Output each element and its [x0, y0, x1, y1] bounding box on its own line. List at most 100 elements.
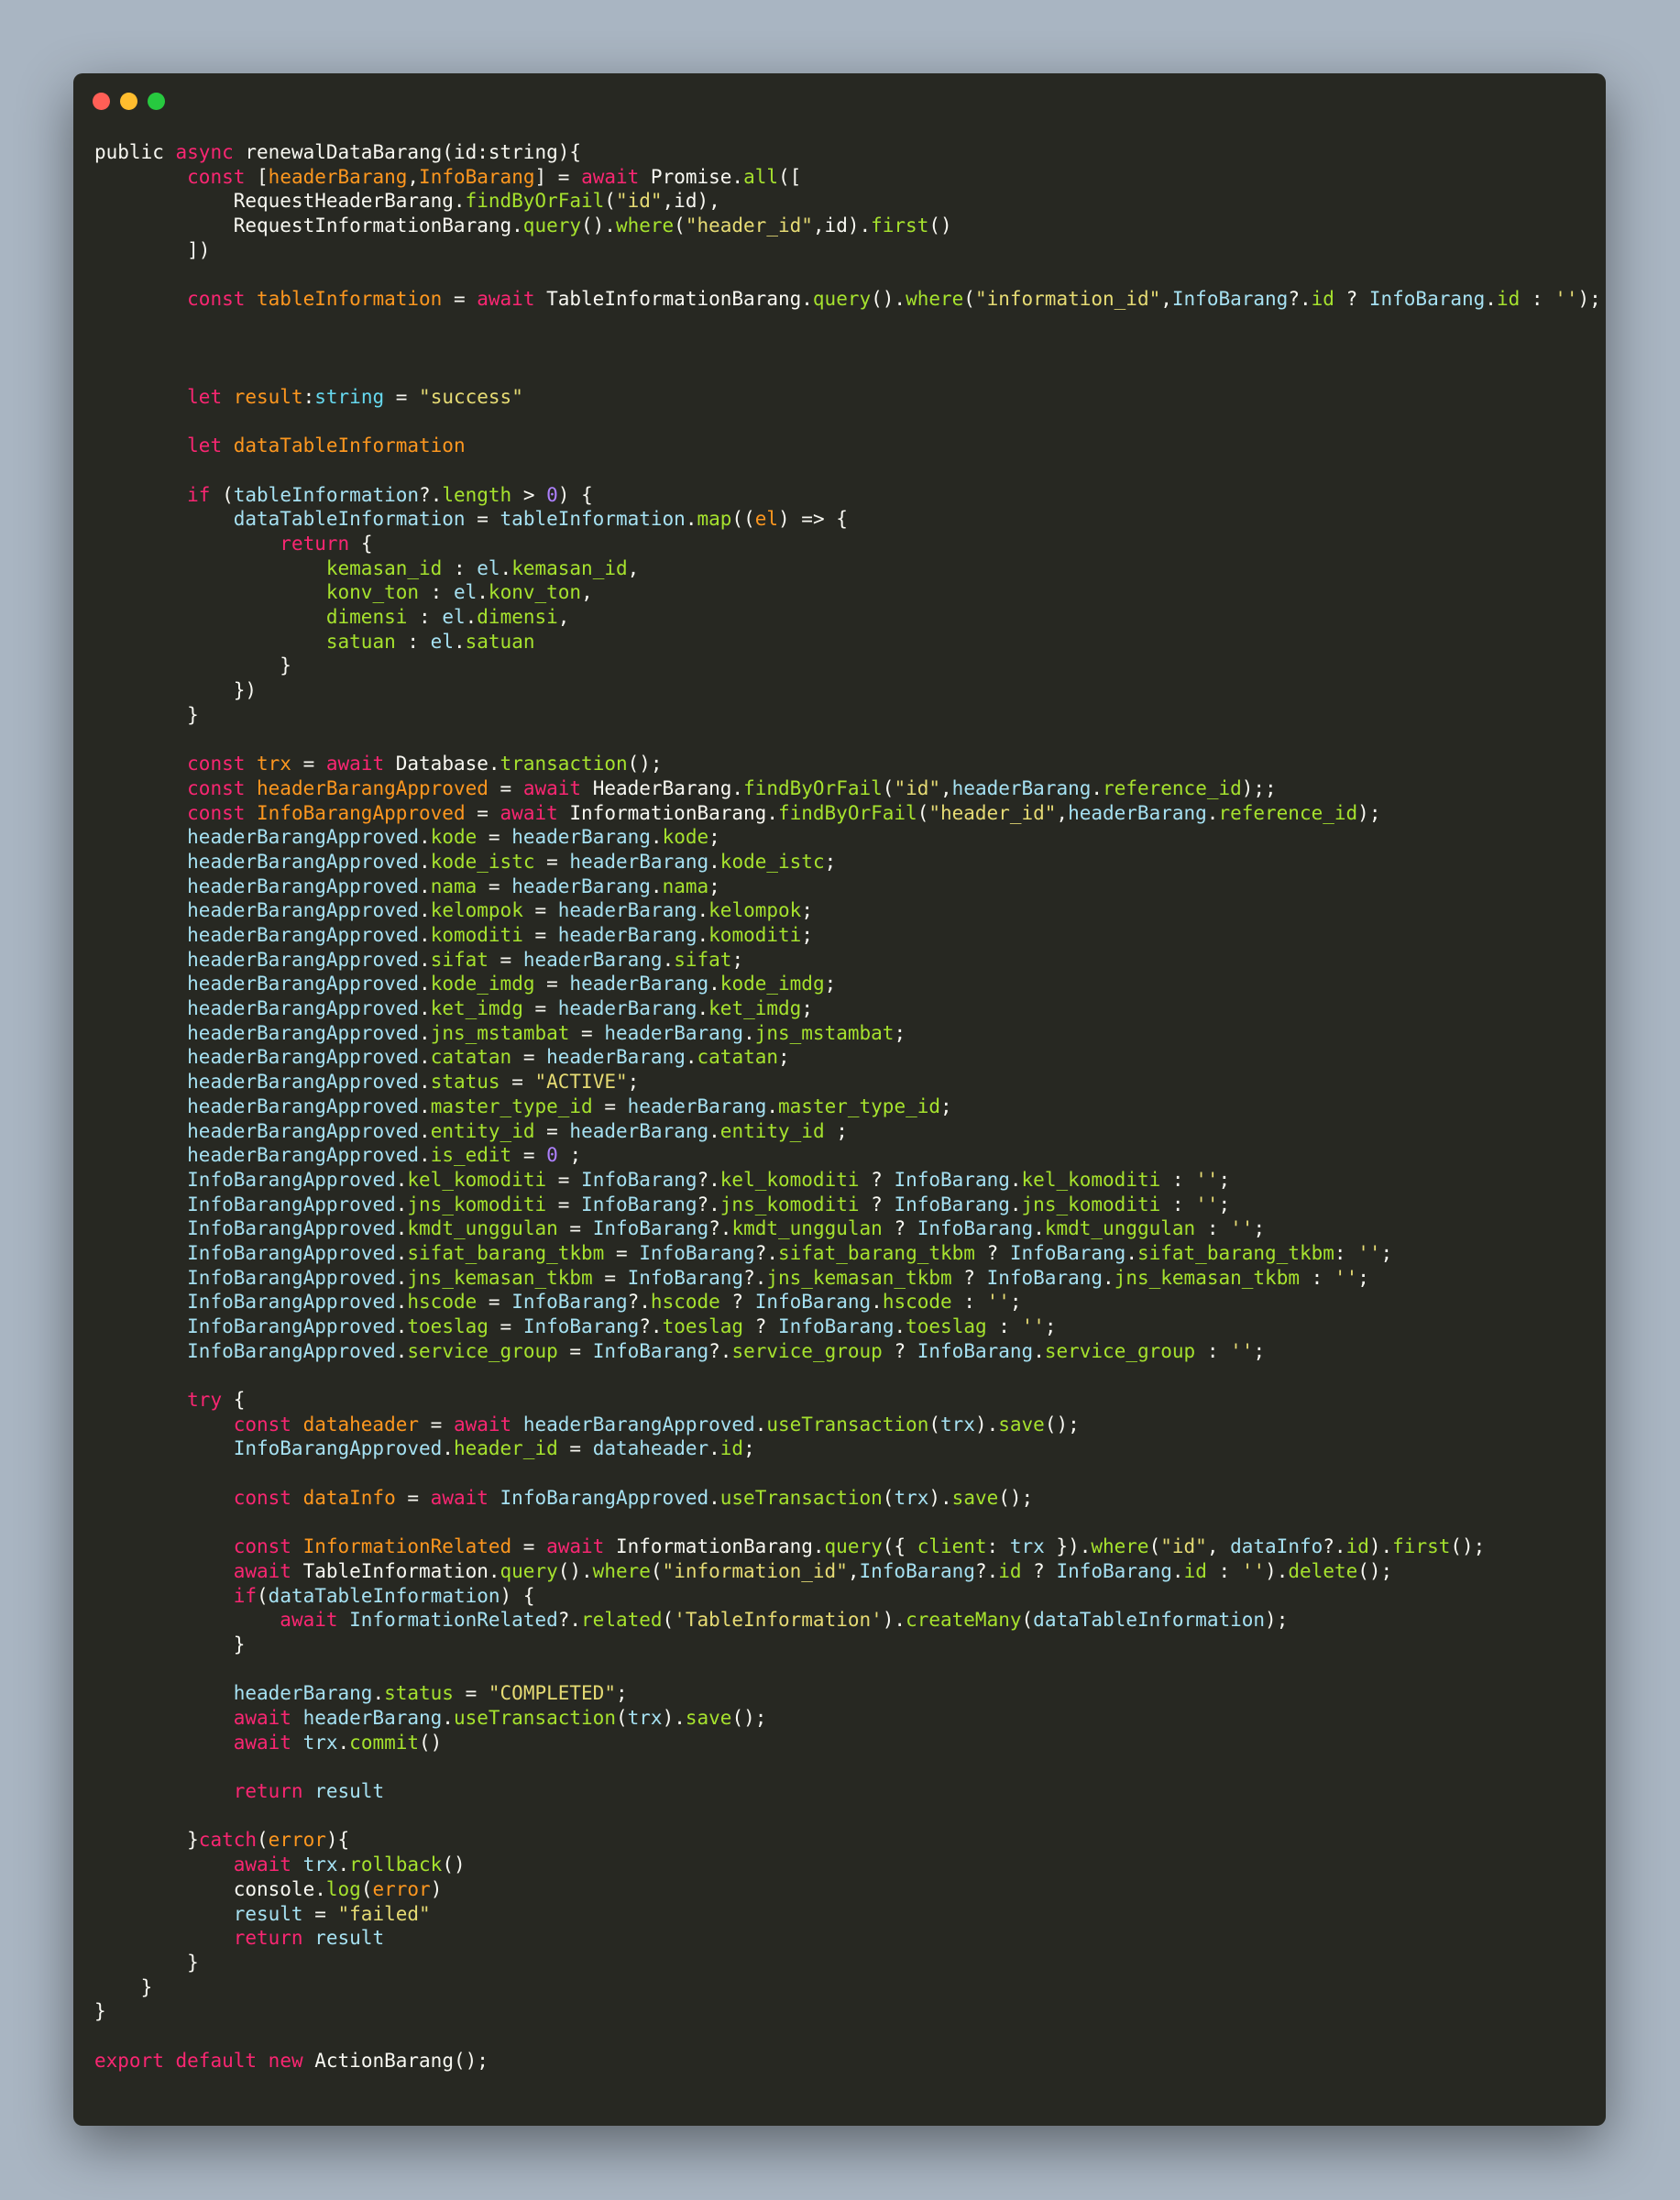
code-token: =: [488, 776, 523, 799]
code-line: const InformationRelated = await Informa…: [94, 1534, 1587, 1559]
code-token: =: [477, 826, 512, 849]
code-token: :: [407, 606, 443, 629]
code-token: ,: [557, 606, 570, 629]
code-token: =: [534, 973, 570, 996]
code-token: headerBarang: [557, 899, 697, 922]
minimize-button[interactable]: [120, 93, 137, 110]
code-token: :: [1206, 1559, 1242, 1582]
code-token: .: [395, 1339, 408, 1362]
code-token: headerBarang: [302, 1707, 443, 1729]
code-token: ?.: [974, 1559, 999, 1582]
code-token: ).: [662, 1707, 686, 1729]
code-token: ,id),: [662, 190, 720, 213]
code-token: ;: [778, 1046, 790, 1069]
code-token: ;: [615, 1682, 628, 1705]
code-token: ?: [882, 1339, 917, 1362]
code-token: .: [442, 1437, 454, 1460]
code-token: =: [534, 1119, 570, 1142]
code-token: .: [419, 874, 431, 897]
code-token: related: [581, 1609, 663, 1632]
code-token: =: [465, 801, 500, 824]
code-token: :: [442, 556, 478, 579]
code-token: status: [430, 1071, 500, 1094]
code-line: headerBarangApproved.komoditi = headerBa…: [94, 923, 1587, 948]
code-token: "COMPLETED": [488, 1682, 616, 1705]
code-token: ;: [824, 1119, 848, 1142]
code-token: headerBarangApproved: [187, 874, 420, 897]
code-token: ]): [94, 238, 211, 261]
code-token: =: [477, 874, 512, 897]
code-token: InfoBarang: [581, 1193, 697, 1216]
code-token: .: [1171, 1559, 1184, 1582]
code-token: headerBarang: [627, 1094, 767, 1117]
code-line: export default new ActionBarang();: [94, 2049, 1587, 2074]
code-line: InfoBarangApproved.toeslag = InfoBarang?…: [94, 1314, 1587, 1339]
code-token: }: [94, 703, 199, 726]
code-token: el: [442, 606, 466, 629]
code-token: await: [477, 288, 547, 311]
code-token: save: [685, 1707, 732, 1729]
code-token: headerBarangApproved: [187, 1046, 420, 1069]
code-token: ();: [1357, 1559, 1393, 1582]
close-button[interactable]: [93, 93, 110, 110]
code-token: =: [522, 899, 558, 922]
code-token: .: [465, 606, 478, 629]
code-token: .: [477, 581, 489, 604]
code-token: ;: [824, 973, 837, 996]
code-token: all: [743, 165, 779, 188]
code-token: }: [94, 1633, 246, 1656]
code-token: const: [187, 753, 258, 776]
code-token: .: [708, 1486, 720, 1509]
code-token: InfoBarang: [592, 1217, 709, 1240]
code-token: InfoBarangApproved: [187, 1339, 396, 1362]
code-token: await: [581, 165, 651, 188]
code-token: '': [986, 1291, 1010, 1314]
code-token: headerBarangApproved: [187, 948, 420, 971]
code-token: ) => {: [778, 508, 848, 531]
code-token: where: [1091, 1535, 1149, 1558]
code-token: kode: [430, 826, 478, 849]
code-token: ).: [974, 1413, 999, 1436]
code-token: .: [419, 1094, 431, 1117]
code-line: if (tableInformation?.length > 0) {: [94, 483, 1587, 508]
code-token: ).: [1265, 1559, 1289, 1582]
code-token: sifat_barang_tkbm: [778, 1241, 975, 1264]
code-token: InfoBarang: [1368, 288, 1486, 311]
code-token: ?.: [708, 1339, 732, 1362]
code-token: ,: [407, 165, 420, 188]
code-token: sifat: [430, 948, 489, 971]
code-line: headerBarangApproved.status = "ACTIVE";: [94, 1070, 1587, 1094]
code-token: ().: [581, 214, 616, 237]
code-token: default: [175, 2049, 269, 2072]
code-token: =: [557, 1339, 593, 1362]
maximize-button[interactable]: [148, 93, 165, 110]
code-token: entity_id: [430, 1119, 535, 1142]
code-token: :: [1160, 1168, 1196, 1191]
code-token: =: [557, 1437, 593, 1460]
code-token: =: [592, 1266, 628, 1289]
code-token: }): [94, 679, 258, 702]
code-line: const headerBarangApproved = await Heade…: [94, 776, 1587, 801]
code-line: const dataheader = await headerBarangApp…: [94, 1413, 1587, 1437]
code-line: InfoBarangApproved.sifat_barang_tkbm = I…: [94, 1241, 1587, 1266]
code-token: .: [708, 1437, 720, 1460]
code-token: InfoBarang: [1056, 1559, 1172, 1582]
code-token: );;: [1241, 776, 1277, 799]
code-token: .: [697, 997, 709, 1020]
code-token: .: [685, 1046, 697, 1069]
code-token: ().: [557, 1559, 593, 1582]
